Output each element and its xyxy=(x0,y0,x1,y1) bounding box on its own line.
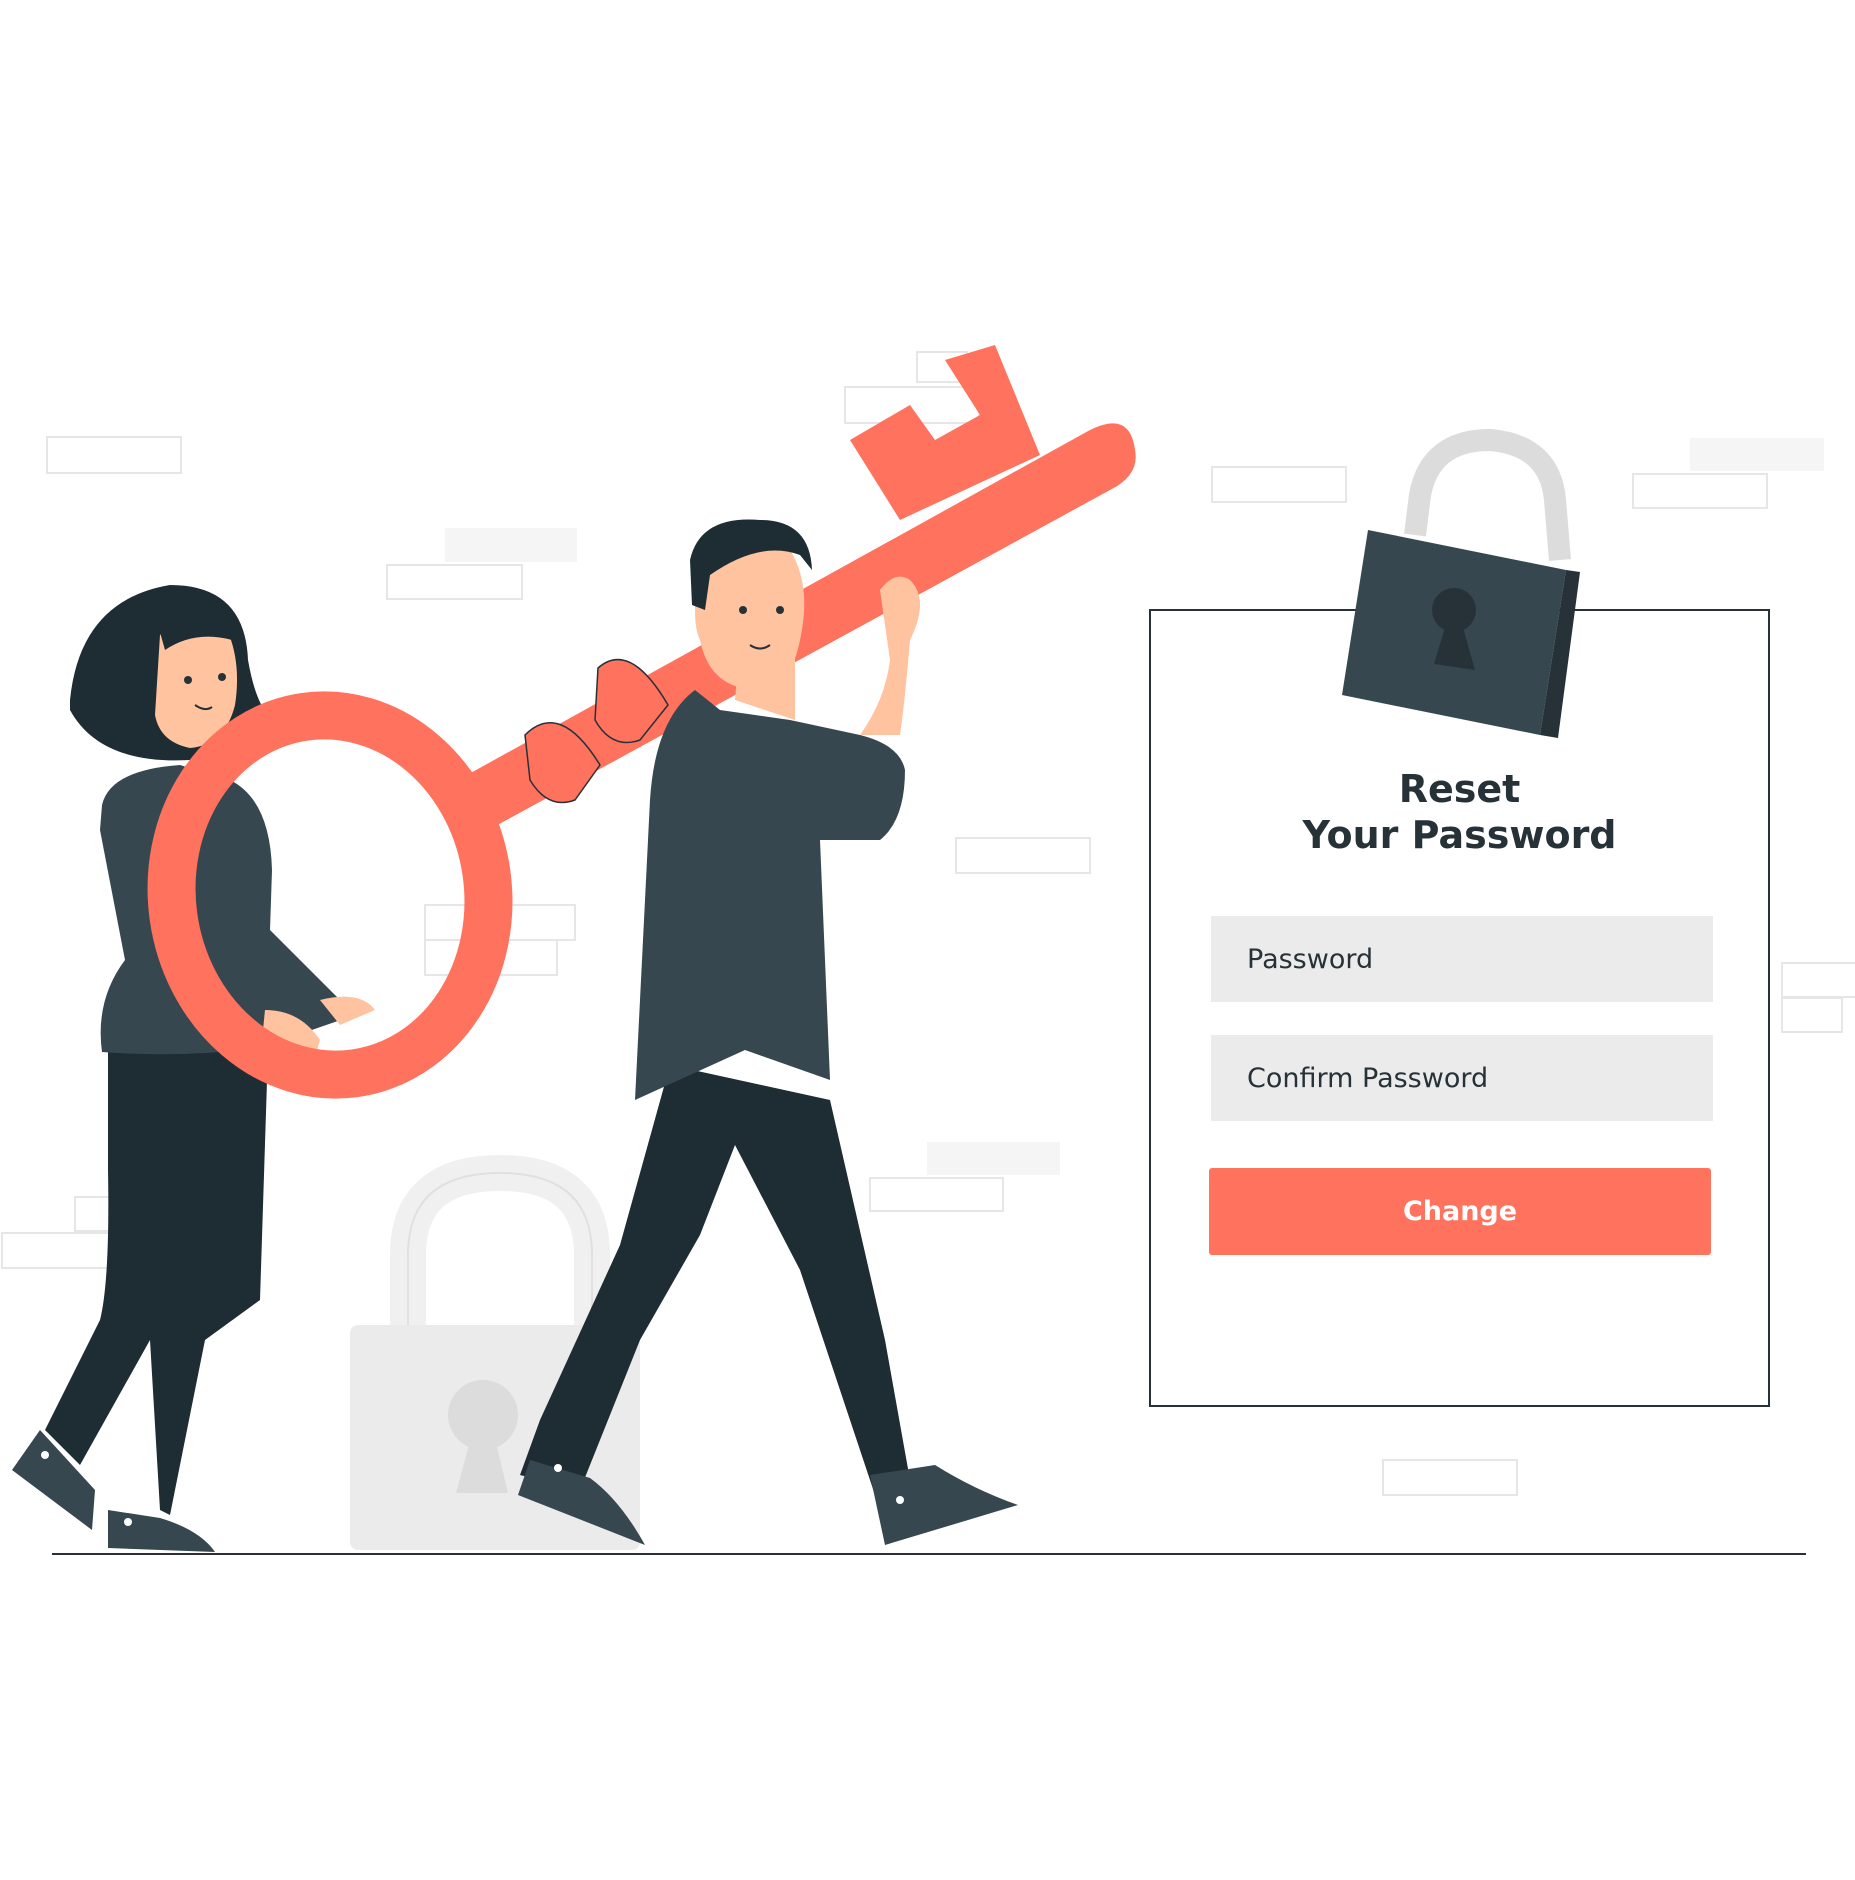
man-figure xyxy=(518,519,1018,1545)
page-title: Reset Your Password xyxy=(1151,766,1768,858)
password-input[interactable] xyxy=(1211,916,1713,1002)
card-padlock-icon xyxy=(1342,530,1580,738)
title-line-2: Your Password xyxy=(1302,813,1617,857)
title-line-1: Reset xyxy=(1398,767,1521,811)
confirm-password-input[interactable] xyxy=(1211,1035,1713,1121)
change-button[interactable]: Change xyxy=(1209,1168,1711,1255)
